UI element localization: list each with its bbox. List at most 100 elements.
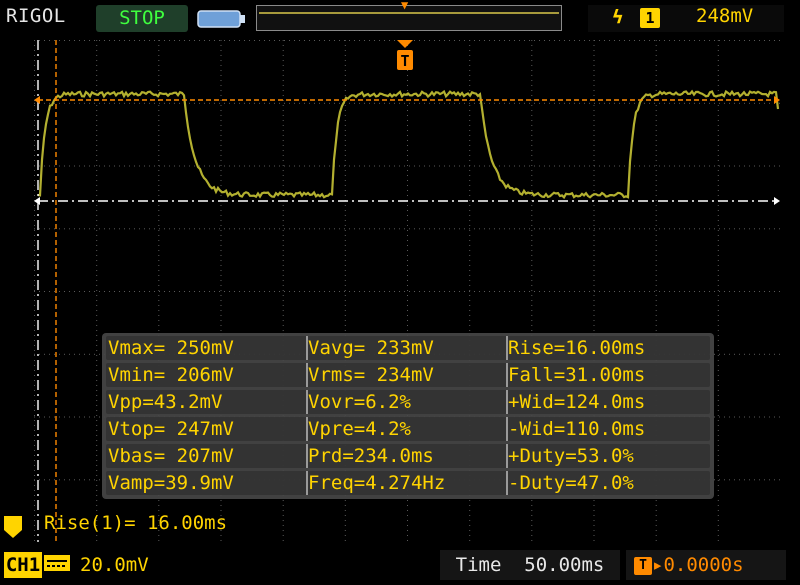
- grid-dot: [96, 490, 98, 491]
- grid-dot: [704, 40, 705, 41]
- grid-dot: [144, 102, 145, 104]
- grid-dot: [407, 315, 408, 316]
- grid-dot: [244, 228, 245, 230]
- grid-dot: [469, 205, 471, 206]
- grid-dot: [504, 165, 505, 167]
- grid-dot: [34, 295, 35, 296]
- grid-dot: [619, 40, 620, 41]
- grid-dot: [96, 90, 98, 91]
- grid-dot: [744, 479, 745, 481]
- grid-dot: [49, 291, 50, 292]
- grid-dot: [314, 291, 315, 292]
- grid-dot: [259, 228, 260, 230]
- grid-dot: [96, 80, 98, 81]
- grid-dot: [39, 165, 40, 167]
- measurement-panel: Vmax= 250mV Vavg= 233mV Rise=16.00ms Vmin= …: [102, 333, 714, 499]
- overview-trigger-marker: ▼: [401, 0, 409, 12]
- grid-dot: [384, 102, 385, 104]
- grid-dot: [564, 40, 565, 41]
- grid-dot: [544, 228, 545, 230]
- grid-dot: [593, 130, 595, 131]
- grid-dot: [407, 290, 408, 291]
- grid-dot: [349, 102, 350, 104]
- grid-dot: [679, 165, 680, 167]
- grid-dot: [354, 291, 355, 292]
- grid-dot: [96, 135, 98, 136]
- grid-dot: [159, 40, 160, 41]
- grid-dot: [593, 185, 595, 186]
- grid-dot: [96, 385, 98, 386]
- measurement-value: Freq=4.274Hz: [308, 472, 446, 494]
- run-stop-status[interactable]: STOP: [96, 5, 188, 32]
- grid-dot: [220, 100, 222, 101]
- grid-dot: [282, 125, 284, 126]
- grid-dot: [74, 40, 75, 41]
- grid-dot: [220, 210, 222, 211]
- grid-dot: [158, 255, 160, 256]
- grid-dot: [34, 255, 35, 256]
- grid-dot: [774, 479, 775, 481]
- grid-dot: [469, 185, 471, 186]
- grid-dot: [114, 40, 115, 41]
- trigger-offset-readout[interactable]: T ▸0.0000s: [626, 550, 786, 580]
- grid-dot: [717, 450, 719, 451]
- grid-dot: [655, 290, 657, 291]
- grid-dot: [634, 228, 635, 230]
- grid-dot: [294, 291, 295, 292]
- grid-dot: [179, 291, 180, 292]
- grid-dot: [169, 40, 170, 41]
- grid-dot: [34, 540, 35, 541]
- grid-dot: [344, 125, 346, 126]
- grid-dot: [96, 540, 98, 541]
- grid-dot: [654, 40, 655, 41]
- channel-badge[interactable]: CH1: [4, 552, 42, 578]
- grid-dot: [469, 295, 471, 296]
- grid-dot: [531, 40, 533, 41]
- grid-dot: [220, 265, 222, 266]
- grid-dot: [655, 80, 657, 81]
- grid-dot: [220, 95, 222, 96]
- grid-dot: [449, 40, 450, 41]
- grid-dot: [531, 160, 533, 161]
- grid-dot: [589, 40, 590, 41]
- grid-dot: [589, 165, 590, 167]
- grid-dot: [179, 40, 180, 41]
- grid-dot: [429, 102, 430, 104]
- grid-dot: [593, 45, 595, 46]
- grid-dot: [469, 55, 471, 56]
- grid-dot: [714, 291, 715, 292]
- grid-dot: [689, 165, 690, 167]
- grid-dot: [384, 40, 385, 41]
- grid-dot: [655, 530, 657, 531]
- grid-dot: [624, 102, 625, 104]
- grid-dot: [309, 40, 310, 41]
- grid-dot: [264, 291, 265, 292]
- waveform-overview[interactable]: [256, 5, 562, 31]
- grid-dot: [407, 125, 408, 126]
- grid-dot: [34, 165, 35, 167]
- grid-dot: [284, 40, 285, 41]
- grid-dot: [717, 430, 719, 431]
- grid-dot: [34, 120, 35, 121]
- grid-dot: [96, 355, 98, 356]
- grid-dot: [304, 40, 305, 41]
- grid-dot: [239, 291, 240, 292]
- grid-dot: [96, 455, 98, 456]
- grid-dot: [774, 353, 775, 355]
- grid-dot: [139, 291, 140, 292]
- grid-dot: [96, 380, 98, 381]
- grid-dot: [344, 120, 346, 121]
- grid-dot: [717, 495, 719, 496]
- grid-dot: [531, 210, 533, 211]
- grid-dot: [209, 291, 210, 292]
- channel-offset-marker[interactable]: [4, 516, 22, 538]
- grid-dot: [158, 245, 160, 246]
- grid-dot: [593, 525, 595, 526]
- grid-dot: [429, 165, 430, 167]
- grid-dot: [604, 40, 605, 41]
- grid-dot: [34, 325, 35, 326]
- timebase-readout[interactable]: Time 50.00ms: [440, 550, 620, 580]
- grid-dot: [220, 205, 222, 206]
- grid-dot: [624, 40, 625, 41]
- grid-dot: [655, 310, 657, 311]
